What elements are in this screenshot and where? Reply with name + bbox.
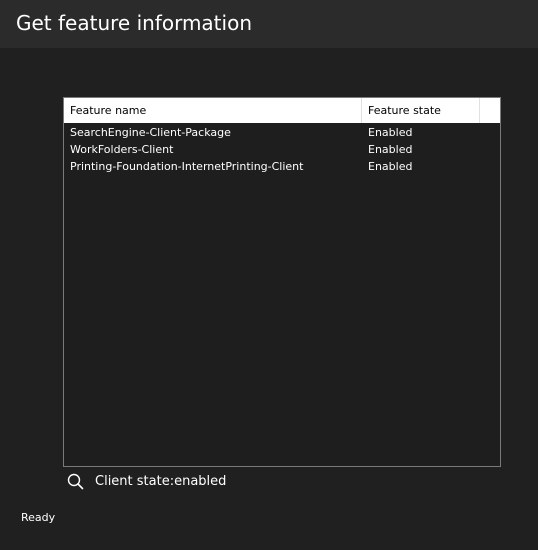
status-text: Ready [21,511,56,524]
list-body: SearchEngine-Client-Package Enabled Work… [64,124,500,175]
feature-name-cell: Printing-Foundation-InternetPrinting-Cli… [70,160,304,173]
title-bar: Get feature information [0,0,538,48]
column-header-filler [480,98,500,123]
search-icon[interactable] [66,472,86,492]
feature-state-cell: Enabled [368,126,413,139]
table-row[interactable]: SearchEngine-Client-Package Enabled [64,124,500,141]
table-row[interactable]: WorkFolders-Client Enabled [64,141,500,158]
search-input[interactable]: Client state:enabled [95,473,226,491]
feature-state-cell: Enabled [368,143,413,156]
column-header-feature-name[interactable]: Feature name [64,98,362,123]
feature-name-cell: SearchEngine-Client-Package [70,126,231,139]
app-window: Get feature information Feature name Fea… [0,0,538,550]
feature-name-cell: WorkFolders-Client [70,143,174,156]
feature-state-cell: Enabled [368,160,413,173]
table-row[interactable]: Printing-Foundation-InternetPrinting-Cli… [64,158,500,175]
list-header: Feature name Feature state [64,98,500,123]
search-bar[interactable]: Client state:enabled [66,471,486,493]
window-title: Get feature information [16,11,252,35]
column-header-feature-state[interactable]: Feature state [362,98,480,123]
feature-list[interactable]: Feature name Feature state SearchEngine-… [63,97,501,467]
